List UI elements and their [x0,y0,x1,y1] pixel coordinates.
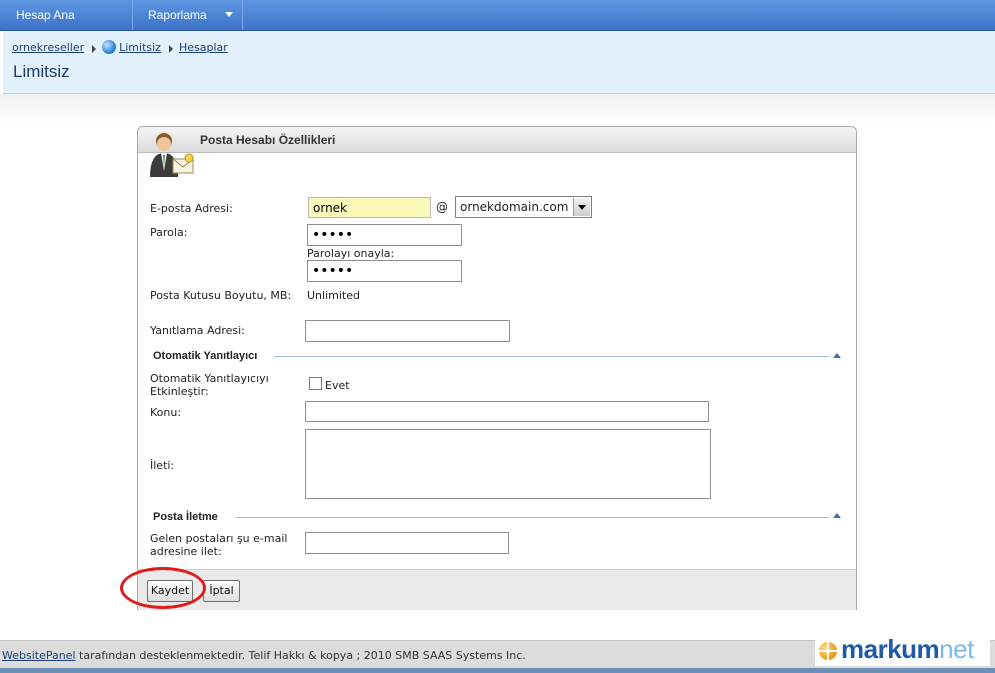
highlight-circle [120,567,206,609]
forward-address-input[interactable] [305,532,509,554]
reply-address-label: Yanıtlama Adresi: [150,324,245,337]
breadcrumb-separator-icon [92,45,97,53]
mailbox-size-label: Posta Kutusu Boyutu, MB: [150,289,292,302]
globe-icon [102,40,117,54]
email-label: E-posta Adresi: [150,202,233,215]
page-header: ornekreseller Limitsiz Hesaplar Limitsiz [3,31,995,94]
autoresponder-section-title: Otomatik Yanıtlayıcı [153,350,258,362]
tab-reports[interactable]: Raporlama [132,0,243,30]
panel-title: Posta Hesabı Özellikleri [200,133,336,147]
footer-text: WebsitePanel tarafından desteklenmektedi… [2,649,526,662]
autoresponder-option-label: Evet [325,379,350,392]
forwarding-section-title: Posta İletme [153,511,218,523]
markumnet-logo: markumnet [815,634,990,666]
password-label: Parola: [150,226,188,239]
top-nav: Hesap Ana Sayfası Raporlama [0,0,995,52]
breadcrumb-separator-icon [168,45,173,53]
password-input[interactable] [307,224,462,246]
websitepanel-link[interactable]: WebsitePanel [2,649,76,662]
dropdown-arrow-icon [225,12,233,17]
section-divider [236,517,829,518]
subject-label: Konu: [150,406,182,419]
chevron-down-icon[interactable] [573,198,590,216]
domain-select[interactable]: ornekdomain.com [455,196,592,218]
panel-footer: Kaydet İptal [138,569,856,610]
email-username-input[interactable] [308,197,431,218]
autoresponder-enable-label: Otomatik Yanıtlayıcıyı Etkinleştir: [150,372,269,398]
breadcrumb-reseller[interactable]: ornekreseller [12,41,84,54]
confirm-password-label: Parolayı onayla: [307,247,395,260]
logo-ball-icon [819,642,837,660]
autoresponder-checkbox[interactable] [309,377,322,390]
forward-label: Gelen postaları şu e-mail adresine ilet: [150,532,288,558]
collapse-up-icon[interactable] [833,353,841,358]
message-label: İleti: [150,459,175,472]
breadcrumb-accounts[interactable]: Hesaplar [179,41,228,54]
confirm-password-input[interactable] [307,260,462,282]
page-title: Limitsiz [13,62,70,81]
header-shadow [0,94,995,124]
mail-user-icon [150,133,194,177]
mail-account-panel: Posta Hesabı Özellikleri E-posta Adresi:… [137,126,857,610]
taskbar-strip [0,668,995,673]
mailbox-size-value: Unlimited [307,289,360,302]
reply-address-input[interactable] [305,320,510,342]
tab-account-home[interactable]: Hesap Ana Sayfası [0,0,133,52]
cancel-button[interactable]: İptal [203,580,240,602]
section-divider [274,356,829,357]
subject-input[interactable] [305,401,709,422]
breadcrumb-space[interactable]: Limitsiz [119,41,161,54]
breadcrumb: ornekreseller Limitsiz Hesaplar [12,40,228,54]
at-sign: @ [436,200,448,214]
collapse-up-icon[interactable] [833,513,841,518]
message-textarea[interactable] [305,429,711,499]
panel-header: Posta Hesabı Özellikleri [138,127,856,153]
